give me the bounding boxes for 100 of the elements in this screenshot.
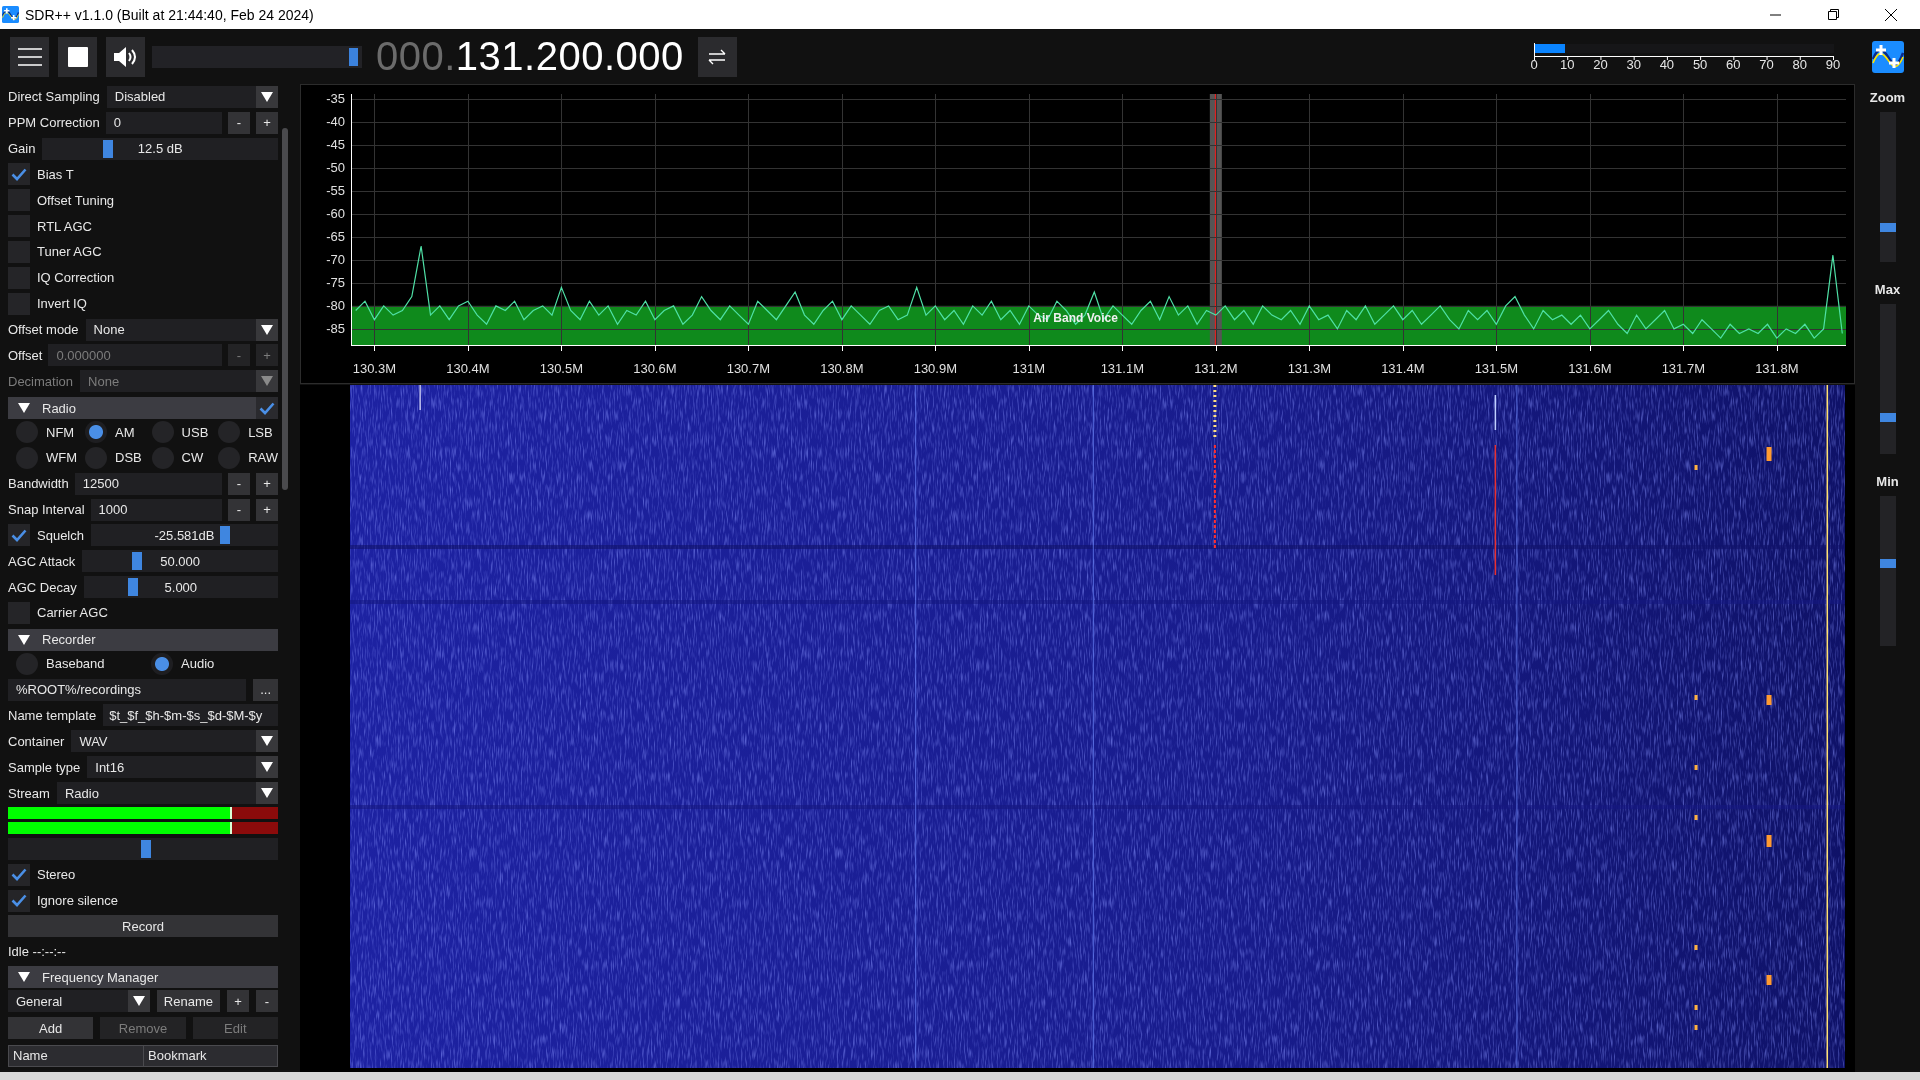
window-title: SDR++ v1.1.0 (Built at 21:44:40, Feb 24 2024) [25, 6, 314, 23]
slider-thumb[interactable] [1879, 223, 1896, 233]
axis-label: 130.8M [820, 361, 864, 376]
vertical-slider[interactable] [1879, 112, 1896, 262]
dropdown[interactable]: Disabled [106, 85, 278, 108]
step-button[interactable]: + [256, 498, 278, 521]
checkbox[interactable] [256, 397, 278, 420]
checkbox-label: Invert IQ [37, 296, 87, 312]
button[interactable]: Rename [156, 990, 220, 1013]
speaker-icon [113, 45, 138, 68]
checkbox-label: RTL AGC [37, 218, 92, 234]
input-field[interactable]: $t_$f_$h-$m-$s_$d-$M-$y [103, 704, 278, 727]
step-button[interactable]: - [228, 472, 250, 495]
axis-label: 131.5M [1474, 361, 1518, 376]
slider[interactable]: 50.000 [82, 550, 278, 573]
field-label: Direct Sampling [8, 89, 100, 105]
scale-label: 50 [1692, 56, 1708, 72]
button[interactable]: - [256, 990, 278, 1013]
scale-label: 30 [1626, 56, 1641, 72]
slider-thumb[interactable] [132, 552, 143, 571]
slider-thumb[interactable] [348, 47, 358, 66]
checkbox[interactable] [8, 889, 30, 912]
slider-thumb[interactable] [140, 839, 151, 858]
section-header[interactable]: Recorder [8, 628, 278, 651]
checkbox[interactable] [8, 863, 30, 886]
slider[interactable]: 5.000 [83, 576, 278, 599]
slider-thumb[interactable] [127, 578, 138, 597]
menu-icon [17, 47, 42, 66]
slider-thumb[interactable] [220, 526, 231, 545]
radio-label: USB [181, 424, 209, 440]
slider-thumb[interactable] [1879, 559, 1896, 569]
slider-thumb[interactable] [1879, 412, 1896, 422]
slider[interactable]: 12.5 dB [42, 137, 278, 160]
radio-label: NFM [46, 424, 75, 440]
radio-button[interactable] [151, 652, 173, 675]
volume-button[interactable] [106, 36, 145, 77]
step-button[interactable]: - [228, 111, 250, 134]
vfo-marker[interactable] [1209, 93, 1222, 346]
column-header[interactable]: Name [9, 1046, 143, 1067]
field-label: Container [8, 733, 65, 749]
vertical-slider[interactable] [1879, 304, 1896, 454]
frequency-display[interactable]: 000.131.200.000 [376, 34, 684, 79]
checkmark-icon [11, 868, 27, 882]
radio-label: RAW [248, 450, 278, 466]
axis-label: -45 [326, 137, 345, 153]
swap-button[interactable] [697, 36, 737, 77]
scale-label: 60 [1726, 56, 1741, 72]
slider-thumb[interactable] [103, 139, 114, 158]
dropdown[interactable]: WAV [71, 730, 278, 753]
section-header[interactable]: Radio [8, 397, 278, 420]
axis-label: 130.4M [446, 361, 490, 376]
radio-label: DSB [115, 450, 142, 466]
button[interactable]: Add [8, 1017, 94, 1040]
dropdown[interactable]: General [8, 990, 150, 1013]
slider-label: Zoom [1869, 89, 1906, 107]
checkmark-icon [11, 528, 27, 542]
checkbox[interactable] [8, 163, 30, 186]
input-field[interactable]: 12500 [74, 472, 222, 495]
radio-label: CW [181, 450, 204, 466]
browse-button[interactable]: ... [253, 678, 278, 701]
axis-label: -80 [326, 298, 345, 314]
scrollbar-thumb[interactable] [282, 128, 288, 490]
vertical-slider[interactable] [1879, 496, 1896, 646]
checkbox[interactable] [8, 524, 30, 547]
axis-label: 130.9M [913, 361, 958, 376]
menu-button[interactable] [10, 36, 49, 77]
axis-label: -70 [326, 252, 345, 268]
column-header[interactable]: Bookmark [143, 1046, 277, 1067]
section-header[interactable]: Frequency Manager [8, 966, 278, 989]
step-button[interactable]: - [228, 498, 250, 521]
button[interactable]: + [227, 990, 249, 1013]
checkbox-label: Tuner AGC [37, 244, 102, 260]
radio-button[interactable] [16, 652, 38, 675]
axis-label: 130.5M [539, 361, 584, 376]
dropdown[interactable]: Int16 [87, 756, 278, 779]
axis-label: 130.3M [352, 361, 397, 376]
scale-label: 90 [1825, 56, 1841, 72]
checkbox-label: IQ Correction [37, 270, 115, 286]
checkbox-label: Ignore silence [37, 893, 118, 909]
radio-button[interactable] [85, 421, 108, 444]
status-text: Idle --:--:-- [8, 943, 66, 959]
axis-label: -85 [326, 321, 345, 337]
checkbox-label: Offset Tuning [37, 192, 115, 208]
step-button[interactable]: + [256, 472, 278, 495]
dropdown[interactable]: None [85, 318, 278, 341]
field-label: AGC Decay [8, 579, 77, 595]
field-label: Bandwidth [8, 476, 69, 492]
slider[interactable]: -25.581dB [91, 524, 278, 547]
slider[interactable] [8, 837, 278, 860]
volume-slider[interactable] [152, 45, 362, 68]
input-field[interactable]: 1000 [90, 498, 222, 521]
input-field[interactable]: 0 [105, 111, 222, 134]
stop-button[interactable] [58, 36, 97, 77]
record-button[interactable]: Record [8, 915, 278, 938]
dropdown[interactable]: Radio [56, 782, 278, 804]
slider-label: Min [1876, 473, 1899, 491]
checkmark-icon [11, 894, 27, 908]
radio-label: AM [115, 424, 135, 440]
input-field[interactable]: %ROOT%/recordings [8, 678, 247, 701]
step-button[interactable]: + [256, 111, 278, 134]
